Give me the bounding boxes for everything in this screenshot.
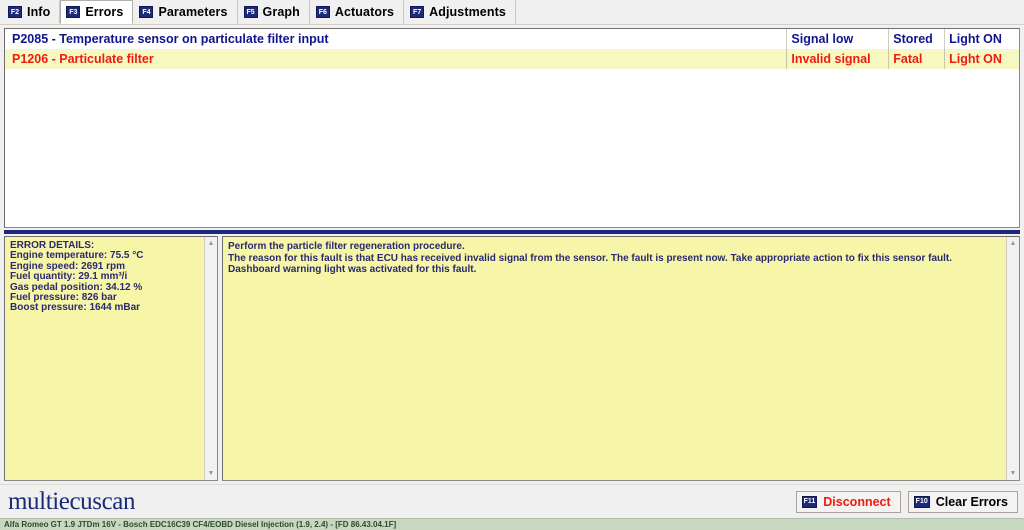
status-bar: Alfa Romeo GT 1.9 JTDm 16V - Bosch EDC16…: [0, 518, 1024, 530]
tab-actuators[interactable]: F6 Actuators: [309, 0, 405, 24]
main-tab-bar: F2 Info F3 Errors F4 Parameters F5 Graph…: [0, 0, 1024, 25]
disconnect-button[interactable]: F11 Disconnect: [795, 490, 901, 513]
tab-label-errors: Errors: [85, 5, 124, 19]
tab-label-actuators: Actuators: [334, 5, 395, 19]
scroll-down-icon[interactable]: ▼: [205, 467, 218, 480]
clear-errors-button[interactable]: F10 Clear Errors: [907, 490, 1018, 513]
tab-adjustments[interactable]: F7 Adjustments: [404, 0, 516, 24]
app-logo: multiecuscan: [8, 488, 136, 515]
tab-errors[interactable]: F3 Errors: [60, 0, 134, 24]
fkey-badge-f7: F7: [410, 6, 425, 18]
error-code-description: P2085 - Temperature sensor on particulat…: [12, 32, 329, 46]
error-state: Stored: [888, 29, 944, 49]
error-details-body: ERROR DETAILS: Engine temperature: 75.5 …: [5, 237, 204, 480]
fkey-badge-f4: F4: [139, 6, 154, 18]
fkey-badge-f2: F2: [8, 6, 22, 18]
error-description-panel: Perform the particle filter regeneration…: [222, 236, 1020, 481]
tab-label-info: Info: [27, 5, 51, 19]
tab-label-graph: Graph: [262, 5, 300, 19]
table-row[interactable]: P2085 - Temperature sensor on particulat…: [5, 29, 1019, 49]
status-bar-text: Alfa Romeo GT 1.9 JTDm 16V - Bosch EDC16…: [4, 519, 397, 529]
error-list-panel[interactable]: P2085 - Temperature sensor on particulat…: [4, 28, 1020, 228]
panel-divider: [4, 230, 1020, 234]
error-code-description: P1206 - Particulate filter: [12, 52, 154, 66]
scroll-up-icon[interactable]: ▲: [1007, 237, 1020, 250]
error-signal-status: Signal low: [786, 29, 888, 49]
description-procedure: Perform the particle filter regeneration…: [228, 241, 465, 252]
error-warning-light: Light ON: [944, 29, 1019, 49]
fkey-badge-f11: F11: [801, 495, 818, 508]
footer-bar: multiecuscan F11 Disconnect F10 Clear Er…: [0, 484, 1024, 518]
error-details-scrollbar[interactable]: ▲ ▼: [204, 237, 217, 480]
fkey-badge-f10: F10: [913, 495, 930, 508]
clear-errors-button-label: Clear Errors: [935, 494, 1008, 509]
detail-panels: ERROR DETAILS: Engine temperature: 75.5 …: [4, 236, 1020, 481]
error-signal-status: Invalid signal: [786, 49, 888, 69]
tab-label-parameters: Parameters: [158, 5, 228, 19]
footer-buttons: F11 Disconnect F10 Clear Errors: [795, 490, 1018, 513]
scroll-up-icon[interactable]: ▲: [205, 237, 218, 250]
table-row[interactable]: P1206 - Particulate filter Invalid signa…: [5, 49, 1019, 69]
fkey-badge-f5: F5: [243, 6, 258, 18]
tab-parameters[interactable]: F4 Parameters: [133, 0, 238, 24]
detail-boost-pressure: Boost pressure: 1644 mBar: [10, 302, 141, 314]
fkey-badge-f6: F6: [315, 6, 330, 18]
scroll-down-icon[interactable]: ▼: [1007, 467, 1020, 480]
application-window: F2 Info F3 Errors F4 Parameters F5 Graph…: [0, 0, 1024, 530]
error-warning-light: Light ON: [944, 49, 1019, 69]
tab-graph[interactable]: F5 Graph: [237, 0, 310, 24]
fkey-badge-f3: F3: [66, 6, 81, 18]
error-state: Fatal: [888, 49, 944, 69]
error-description-body: Perform the particle filter regeneration…: [223, 237, 1006, 480]
error-description-scrollbar[interactable]: ▲ ▼: [1006, 237, 1019, 480]
tab-label-adjustments: Adjustments: [429, 5, 506, 19]
error-details-panel: ERROR DETAILS: Engine temperature: 75.5 …: [4, 236, 218, 481]
disconnect-button-label: Disconnect: [823, 494, 891, 509]
description-reason: The reason for this fault is that ECU ha…: [228, 252, 953, 276]
tab-info[interactable]: F2 Info: [2, 0, 61, 24]
